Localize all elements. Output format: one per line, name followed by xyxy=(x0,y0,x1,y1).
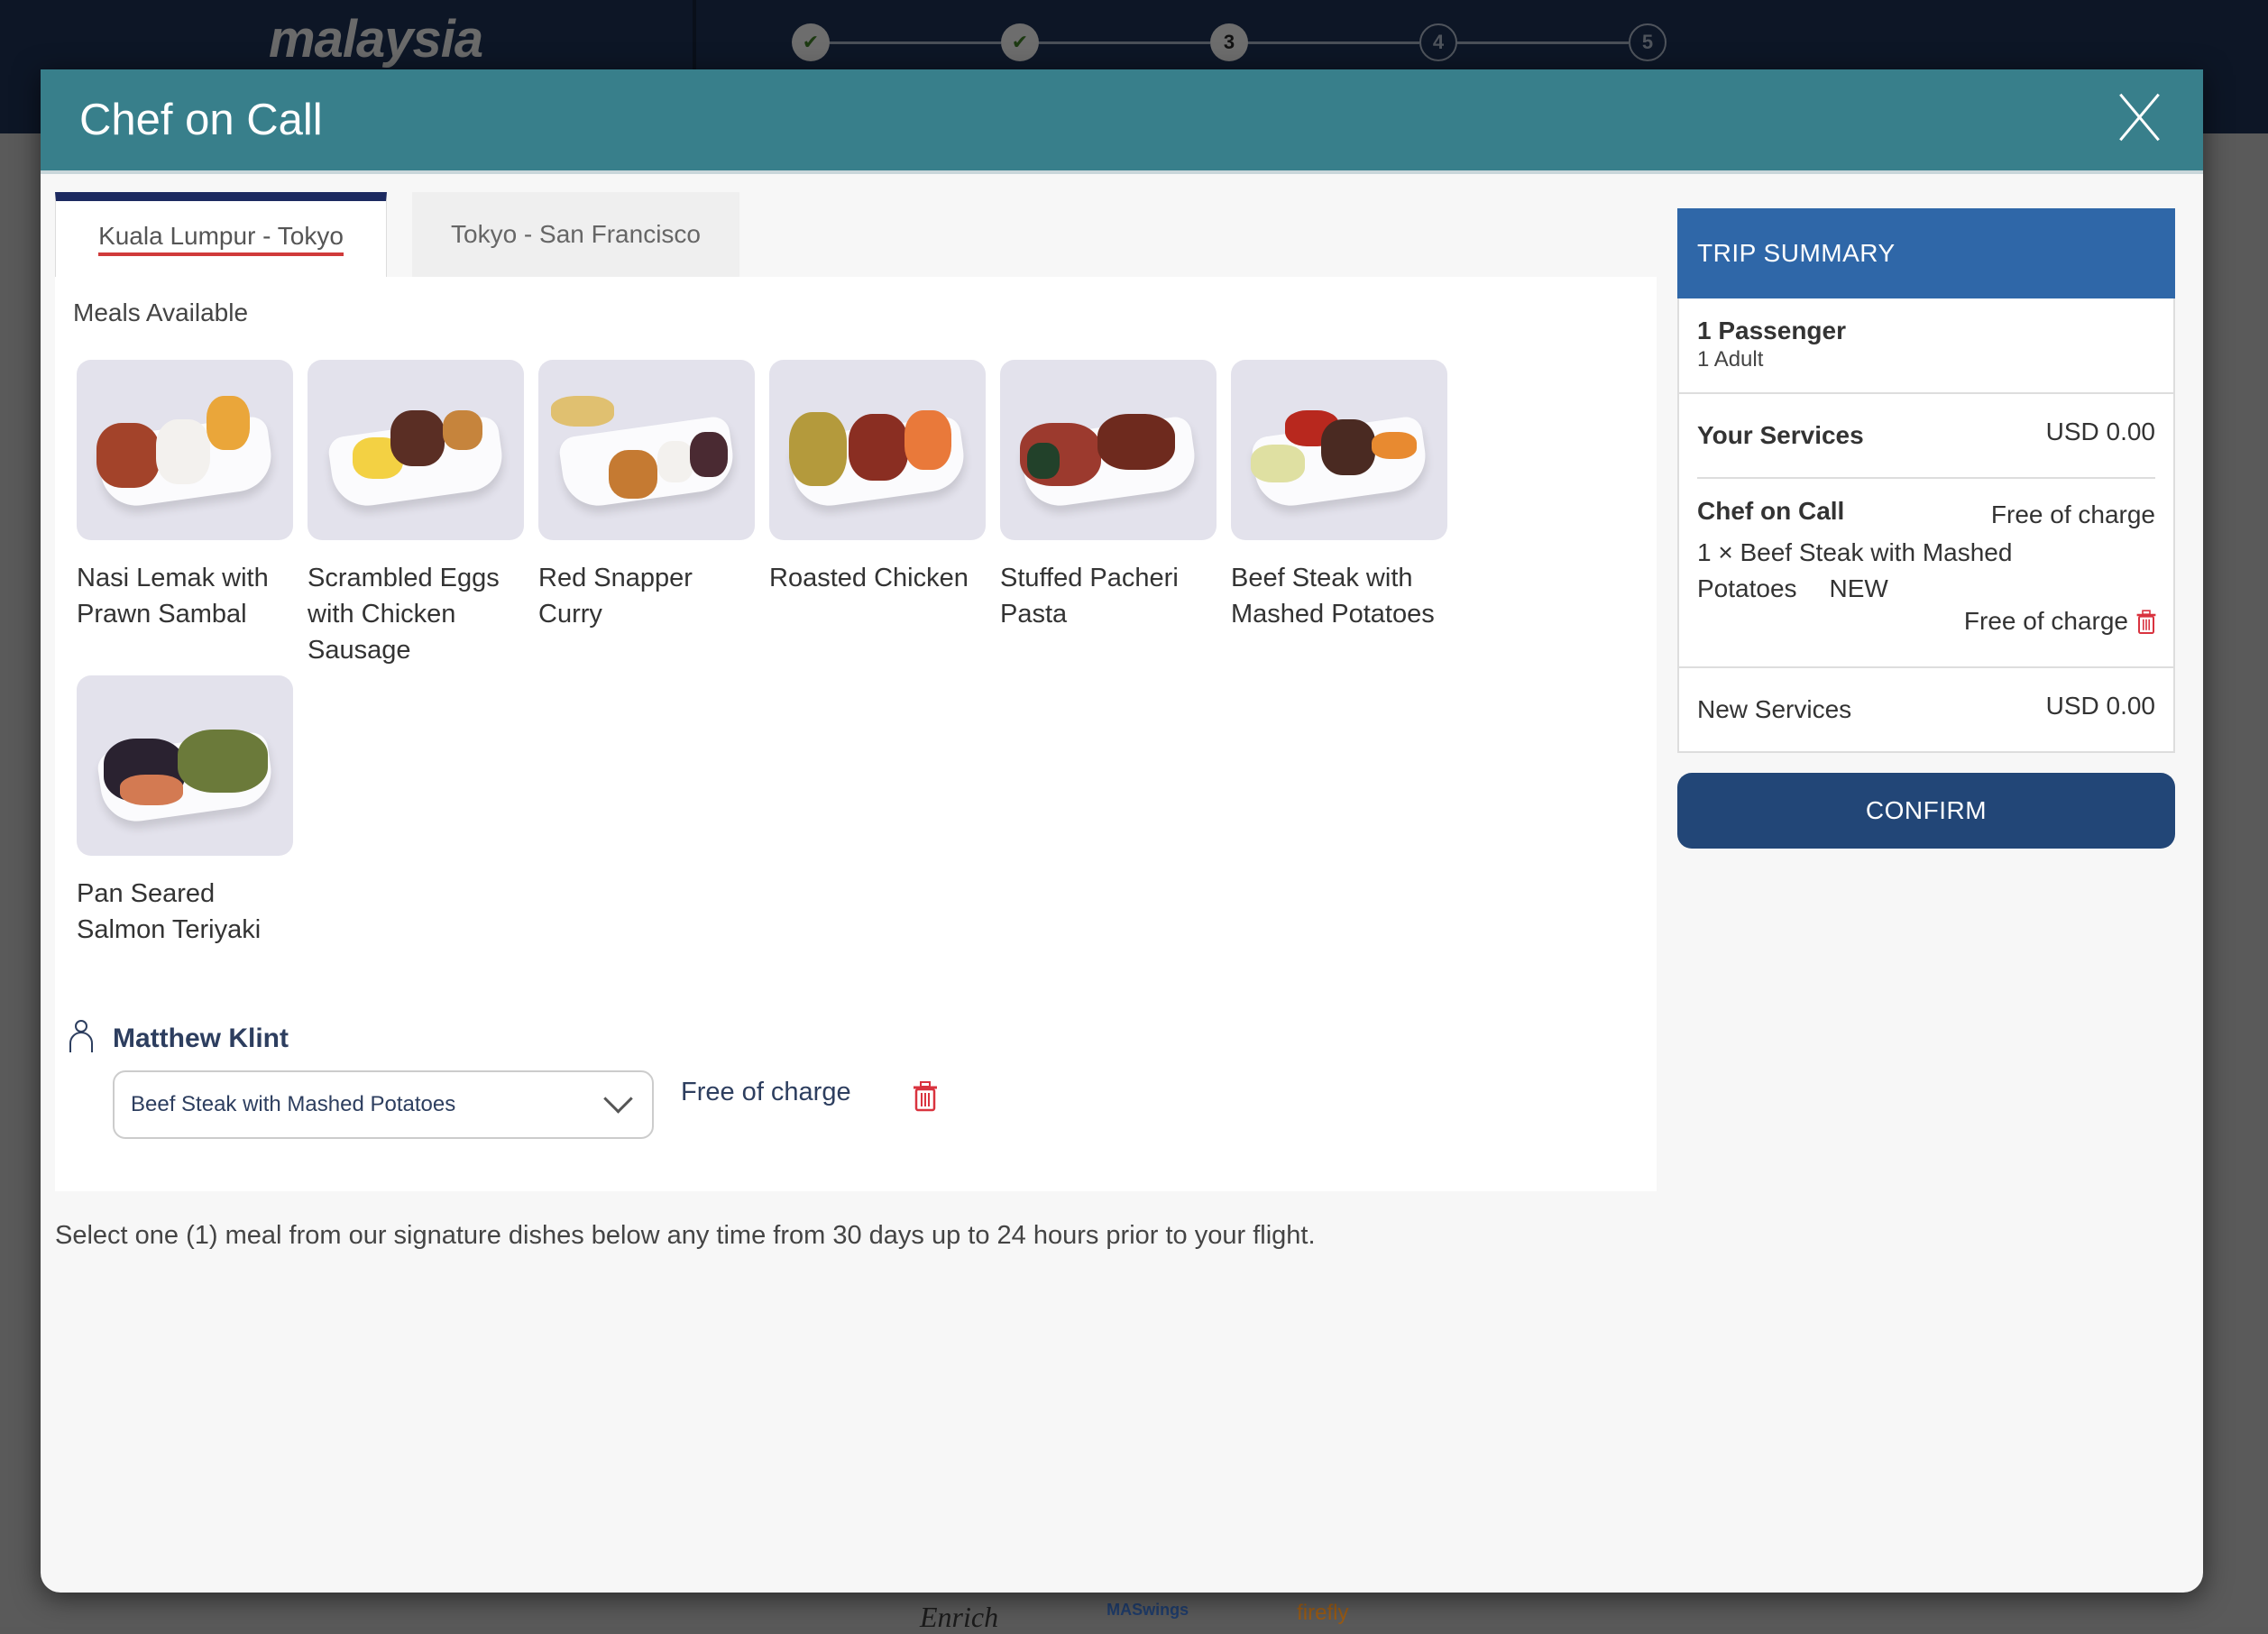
service-price: Free of charge xyxy=(1990,500,2155,528)
food xyxy=(96,423,160,488)
step-connector xyxy=(1037,41,1210,44)
confirm-button[interactable]: CONFIRM xyxy=(1677,773,2175,849)
meal-name: Red Snapper Curry xyxy=(538,564,693,629)
step-connector xyxy=(1246,41,1419,44)
service-item: 1 × Beef Steak with Mashed Potatoes NEW xyxy=(1697,535,2058,607)
close-icon[interactable] xyxy=(2115,91,2165,142)
enrich-logo: Enrich xyxy=(920,1601,999,1633)
food xyxy=(849,414,908,481)
meal-image[interactable] xyxy=(538,360,755,540)
meal-name: Stuffed Pacheri Pasta xyxy=(1000,564,1179,629)
airline-logo: malaysia xyxy=(269,10,483,69)
meal-name: Pan Seared Salmon Teriyaki xyxy=(77,879,262,944)
step-3: 3 xyxy=(1210,23,1248,61)
service-name: Chef on Call xyxy=(1697,497,1845,525)
trash-icon[interactable] xyxy=(2135,609,2157,636)
meal-image[interactable] xyxy=(769,360,986,540)
divider xyxy=(1697,477,2155,479)
food xyxy=(690,432,728,477)
meal-name: Roasted Chicken xyxy=(769,564,969,592)
your-services-label: Your Services xyxy=(1697,421,1864,449)
meal-price: Free of charge xyxy=(681,1078,851,1106)
tab-label: Tokyo - San Francisco xyxy=(451,220,701,248)
new-services-amount: USD 0.00 xyxy=(2045,692,2155,720)
item-line-2: Potatoes xyxy=(1697,574,1797,602)
meal-image[interactable] xyxy=(77,360,293,540)
person-icon xyxy=(69,1020,93,1052)
meal-card[interactable]: Roasted Chicken xyxy=(769,360,986,596)
new-services: New Services USD 0.00 xyxy=(1679,668,2173,751)
food xyxy=(156,419,210,484)
food xyxy=(120,775,183,805)
new-services-label: New Services xyxy=(1697,695,1852,723)
food xyxy=(207,396,250,450)
food xyxy=(1097,414,1175,470)
meal-selection-pane: Kuala Lumpur - Tokyo Tokyo - San Francis… xyxy=(55,192,1657,1191)
meal-card[interactable]: Red Snapper Curry xyxy=(538,360,755,632)
food xyxy=(657,441,693,482)
food xyxy=(1321,419,1375,475)
meal-image[interactable] xyxy=(1231,360,1447,540)
meal-name: Nasi Lemak with Prawn Sambal xyxy=(77,564,269,629)
flight-tabs: Kuala Lumpur - Tokyo Tokyo - San Francis… xyxy=(55,192,1657,277)
food xyxy=(390,410,445,466)
meal-card[interactable]: Stuffed Pacheri Pasta xyxy=(1000,360,1217,632)
food xyxy=(1027,443,1060,479)
meals-card: Meals Available Nasi Lemak with Prawn Sa… xyxy=(55,277,1657,1191)
food xyxy=(443,410,482,450)
meal-selection-note: Select one (1) meal from our signature d… xyxy=(55,1221,1316,1250)
passenger-name: Matthew Klint xyxy=(113,1024,289,1053)
meal-card[interactable]: Scrambled Eggs with Chicken Sausage xyxy=(308,360,524,668)
modal-header: Chef on Call xyxy=(41,69,2203,174)
step-1-check-icon: ✔ xyxy=(792,23,830,61)
firefly-logo: firefly xyxy=(1297,1601,1349,1625)
food xyxy=(178,730,268,793)
meal-card[interactable]: Nasi Lemak with Prawn Sambal xyxy=(77,360,293,632)
your-services: Your Services USD 0.00 Chef on Call Free… xyxy=(1679,394,2173,668)
footer-partner-logos: Enrich MASwings firefly xyxy=(920,1601,1348,1634)
meal-card[interactable]: Beef Steak with Mashed Potatoes xyxy=(1231,360,1447,632)
passenger-type: 1 Adult xyxy=(1697,347,1764,372)
booking-stepper: ✔ ✔ 3 4 5 xyxy=(792,23,1668,63)
step-4: 4 xyxy=(1419,23,1457,61)
maswings-logo: MASwings xyxy=(1106,1601,1189,1619)
chef-on-call-modal: Chef on Call Kuala Lumpur - Tokyo Tokyo … xyxy=(41,69,2203,1593)
tab-kuala-lumpur-tokyo[interactable]: Kuala Lumpur - Tokyo xyxy=(55,192,387,277)
food xyxy=(1251,445,1305,482)
meal-name: Scrambled Eggs with Chicken Sausage xyxy=(308,564,500,665)
new-badge: NEW xyxy=(1829,574,1888,602)
meal-image[interactable] xyxy=(1000,360,1217,540)
modal-title: Chef on Call xyxy=(79,96,323,144)
passenger-count: 1 Passenger xyxy=(1697,317,1846,344)
meal-image[interactable] xyxy=(77,675,293,856)
step-2-check-icon: ✔ xyxy=(1001,23,1039,61)
selected-meal: Beef Steak with Mashed Potatoes xyxy=(131,1092,456,1116)
meal-card[interactable]: Pan Seared Salmon Teriyaki xyxy=(77,675,293,948)
food xyxy=(1372,432,1417,459)
your-services-amount: USD 0.00 xyxy=(2045,418,2155,445)
step-5: 5 xyxy=(1629,23,1667,61)
meal-select-dropdown[interactable]: Beef Steak with Mashed Potatoes xyxy=(113,1070,654,1139)
trip-summary-heading: TRIP SUMMARY xyxy=(1677,208,2175,298)
chevron-down-icon xyxy=(603,1084,633,1114)
header-divider xyxy=(693,0,696,72)
trip-summary: TRIP SUMMARY 1 Passenger 1 Adult Your Se… xyxy=(1677,208,2175,849)
step-connector xyxy=(1455,41,1629,44)
food xyxy=(904,410,951,470)
tab-label: Kuala Lumpur - Tokyo xyxy=(98,222,344,256)
item-price: Free of charge xyxy=(1963,607,2128,635)
trash-icon[interactable] xyxy=(912,1081,939,1112)
food xyxy=(609,450,657,499)
passenger-summary: 1 Passenger 1 Adult xyxy=(1679,298,2173,394)
meal-name: Beef Steak with Mashed Potatoes xyxy=(1231,564,1435,629)
food xyxy=(551,396,614,427)
item-line-1: 1 × Beef Steak with Mashed xyxy=(1697,538,2013,566)
tab-tokyo-san-francisco[interactable]: Tokyo - San Francisco xyxy=(412,192,739,277)
meals-available-heading: Meals Available xyxy=(73,298,249,326)
trip-summary-body: 1 Passenger 1 Adult Your Services USD 0.… xyxy=(1677,298,2175,753)
meal-image[interactable] xyxy=(308,360,524,540)
food xyxy=(789,412,847,486)
step-connector xyxy=(828,41,1001,44)
